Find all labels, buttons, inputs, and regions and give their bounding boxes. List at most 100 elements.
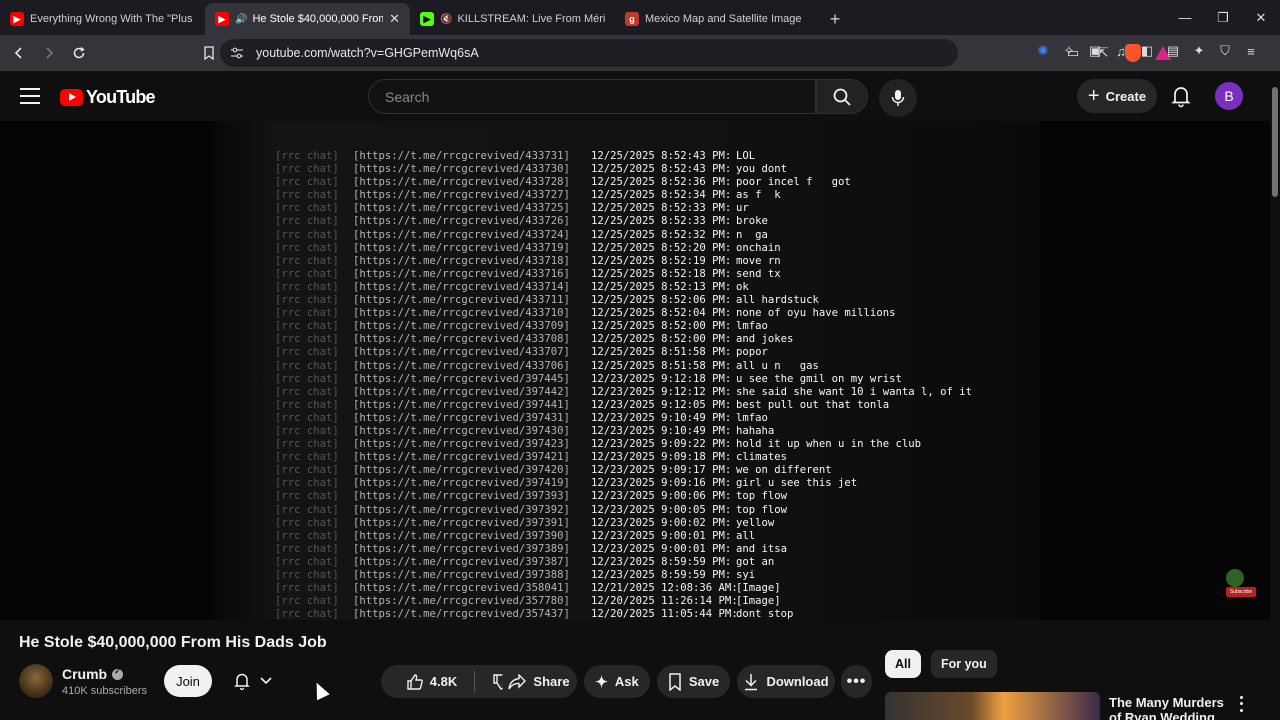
log-message: all u n gas: [736, 359, 819, 372]
close-icon[interactable]: ✕: [389, 11, 400, 27]
notifications-bell-icon[interactable]: [1168, 83, 1194, 109]
speaker-icon[interactable]: 🔊: [235, 14, 247, 25]
chat-log-row: [rrc chat] [https://t.me/rrcgcrevived/433…: [275, 150, 972, 163]
log-message: onchain: [736, 241, 781, 254]
ask-button[interactable]: ✦ Ask: [584, 665, 650, 698]
maximize-icon[interactable]: ❐: [1204, 0, 1242, 35]
url-text: youtube.com/watch?v=GHGPemWq6sA: [256, 46, 479, 60]
reader-icon[interactable]: ▣: [1084, 40, 1106, 62]
site-settings-icon[interactable]: [230, 47, 244, 59]
channel-watermark[interactable]: Subscribe: [1222, 569, 1256, 599]
browser-tab[interactable]: g Mexico Map and Satellite Image: [615, 3, 820, 35]
log-timestamp: 12/23/2025 9:12:05 PM:: [591, 398, 732, 411]
chip-for-you[interactable]: For you: [930, 650, 997, 678]
log-prefix: [rrc chat]: [275, 490, 339, 503]
log-message: send tx: [736, 267, 781, 280]
log-timestamp: 12/25/2025 8:52:43 PM:: [591, 163, 732, 176]
like-count: 4.8K: [429, 674, 458, 689]
log-prefix: [rrc chat]: [275, 424, 339, 437]
chip-all[interactable]: All: [885, 650, 921, 678]
youtube-logo[interactable]: YouTube: [60, 87, 156, 108]
create-button[interactable]: + Create: [1077, 79, 1157, 113]
kick-icon: ▶: [420, 12, 434, 26]
share-button[interactable]: Share: [501, 665, 577, 698]
log-link: [https://t.me/rrcgcrevived/397388]: [353, 569, 570, 581]
search-input[interactable]: [385, 88, 815, 105]
save-bookmark-icon: [669, 672, 681, 691]
save-button[interactable]: Save: [657, 665, 730, 698]
chat-log-row: [rrc chat] [https://t.me/rrcgcrevived/397…: [275, 373, 972, 386]
log-prefix: [rrc chat]: [275, 385, 339, 398]
reload-icon[interactable]: [66, 40, 92, 66]
youtube-wordmark: YouTube: [86, 87, 156, 107]
hamburger-menu-icon[interactable]: [18, 86, 42, 106]
account-avatar[interactable]: B: [1215, 82, 1243, 110]
voice-search-button[interactable]: [879, 79, 917, 117]
back-icon[interactable]: [6, 40, 32, 66]
wallet-icon[interactable]: ▤: [1162, 40, 1184, 62]
channel-avatar[interactable]: [19, 664, 53, 698]
recommendation-title[interactable]: The Many Murders of Ryan Wedding: [1109, 695, 1234, 720]
new-tab-button[interactable]: +: [820, 3, 850, 35]
minimize-icon[interactable]: —: [1166, 0, 1204, 35]
log-message: top flow: [736, 490, 788, 503]
recommendation-thumbnail[interactable]: [885, 692, 1100, 720]
chat-log-row: [rrc chat] [https://t.me/rrcgcrevived/397…: [275, 543, 972, 556]
scrollbar-thumb[interactable]: [1272, 87, 1278, 197]
log-link: [https://t.me/rrcgcrevived/397430]: [353, 424, 570, 437]
share-icon: [508, 673, 527, 689]
download-button[interactable]: Download: [737, 665, 835, 698]
like-button[interactable]: 4.8K: [406, 673, 457, 691]
search-box[interactable]: [368, 79, 816, 114]
log-prefix: [rrc chat]: [275, 411, 339, 424]
save-label: Save: [688, 674, 720, 689]
chat-log-row: [rrc chat] [https://t.me/rrcgcrevived/397…: [275, 517, 972, 530]
channel-name[interactable]: Crumb: [62, 666, 107, 682]
menu-icon[interactable]: ≡: [1240, 40, 1262, 62]
log-link: [https://t.me/rrcgcrevived/397423]: [353, 438, 570, 451]
bookmark-icon[interactable]: [196, 40, 222, 66]
close-window-icon[interactable]: ✕: [1242, 0, 1280, 35]
log-timestamp: 12/25/2025 8:52:34 PM:: [591, 189, 732, 202]
music-icon[interactable]: ♫: [1110, 40, 1132, 62]
log-message: best pull out that tonla: [736, 398, 890, 411]
log-prefix: [rrc chat]: [275, 398, 339, 411]
log-timestamp: 12/25/2025 8:52:33 PM:: [591, 202, 732, 215]
more-actions-button[interactable]: •••: [841, 665, 872, 698]
vpn-icon[interactable]: ⛉: [1214, 40, 1236, 62]
browser-tab-active[interactable]: ▶ 🔊 He Stole $40,000,000 From Hi ✕: [205, 3, 410, 35]
subscription-notifications-button[interactable]: [222, 665, 282, 697]
log-timestamp: 12/25/2025 8:52:33 PM:: [591, 215, 732, 228]
browser-tab[interactable]: ▶ Everything Wrong With The "Plus Size: [0, 3, 205, 35]
log-prefix: [rrc chat]: [275, 267, 339, 280]
ask-label: Ask: [614, 674, 639, 689]
puzzle-icon[interactable]: ✧: [1058, 40, 1080, 62]
search-button[interactable]: [816, 79, 868, 114]
sidebar-icon[interactable]: ◧: [1136, 40, 1158, 62]
channel-name-row[interactable]: Crumb: [62, 666, 124, 682]
log-timestamp: 12/25/2025 8:52:06 PM:: [591, 294, 732, 307]
log-timestamp: 12/23/2025 9:00:05 PM:: [591, 503, 732, 516]
log-timestamp: 12/20/2025 11:05:44 PM:: [591, 608, 738, 620]
log-message: lmfao: [736, 411, 768, 424]
log-message: she said she want 10 i wanta l, of it: [736, 385, 972, 398]
log-message: u see the gmil on my wrist: [736, 372, 902, 385]
forward-icon[interactable]: [36, 40, 62, 66]
log-timestamp: 12/21/2025 12:08:36 AM:: [591, 582, 738, 595]
recommendation-menu-icon[interactable]: [1234, 694, 1248, 714]
join-button[interactable]: Join: [164, 665, 212, 697]
log-timestamp: 12/23/2025 9:09:17 PM:: [591, 464, 732, 477]
page-scrollbar[interactable]: [1270, 71, 1280, 720]
log-prefix: [rrc chat]: [275, 608, 339, 620]
browser-tab[interactable]: ▶ 🔇 KILLSTREAM: Live From Mérida, M: [410, 3, 615, 35]
leo-ai-icon[interactable]: ✦: [1188, 40, 1210, 62]
log-timestamp: 12/25/2025 8:52:43 PM:: [591, 150, 732, 162]
muted-speaker-icon[interactable]: 🔇: [440, 14, 452, 25]
extension-icon[interactable]: ✺: [1032, 40, 1054, 62]
video-player[interactable]: [rrc chat] [https://t.me/rrcgcrevived/433…: [0, 121, 1270, 620]
log-link: [https://t.me/rrcgcrevived/397393]: [353, 490, 570, 503]
sparkle-icon: ✦: [595, 673, 608, 691]
address-bar[interactable]: youtube.com/watch?v=GHGPemWq6sA ▭ ⇱: [220, 39, 1171, 67]
log-prefix: [rrc chat]: [275, 202, 339, 215]
log-message: all: [736, 529, 756, 542]
